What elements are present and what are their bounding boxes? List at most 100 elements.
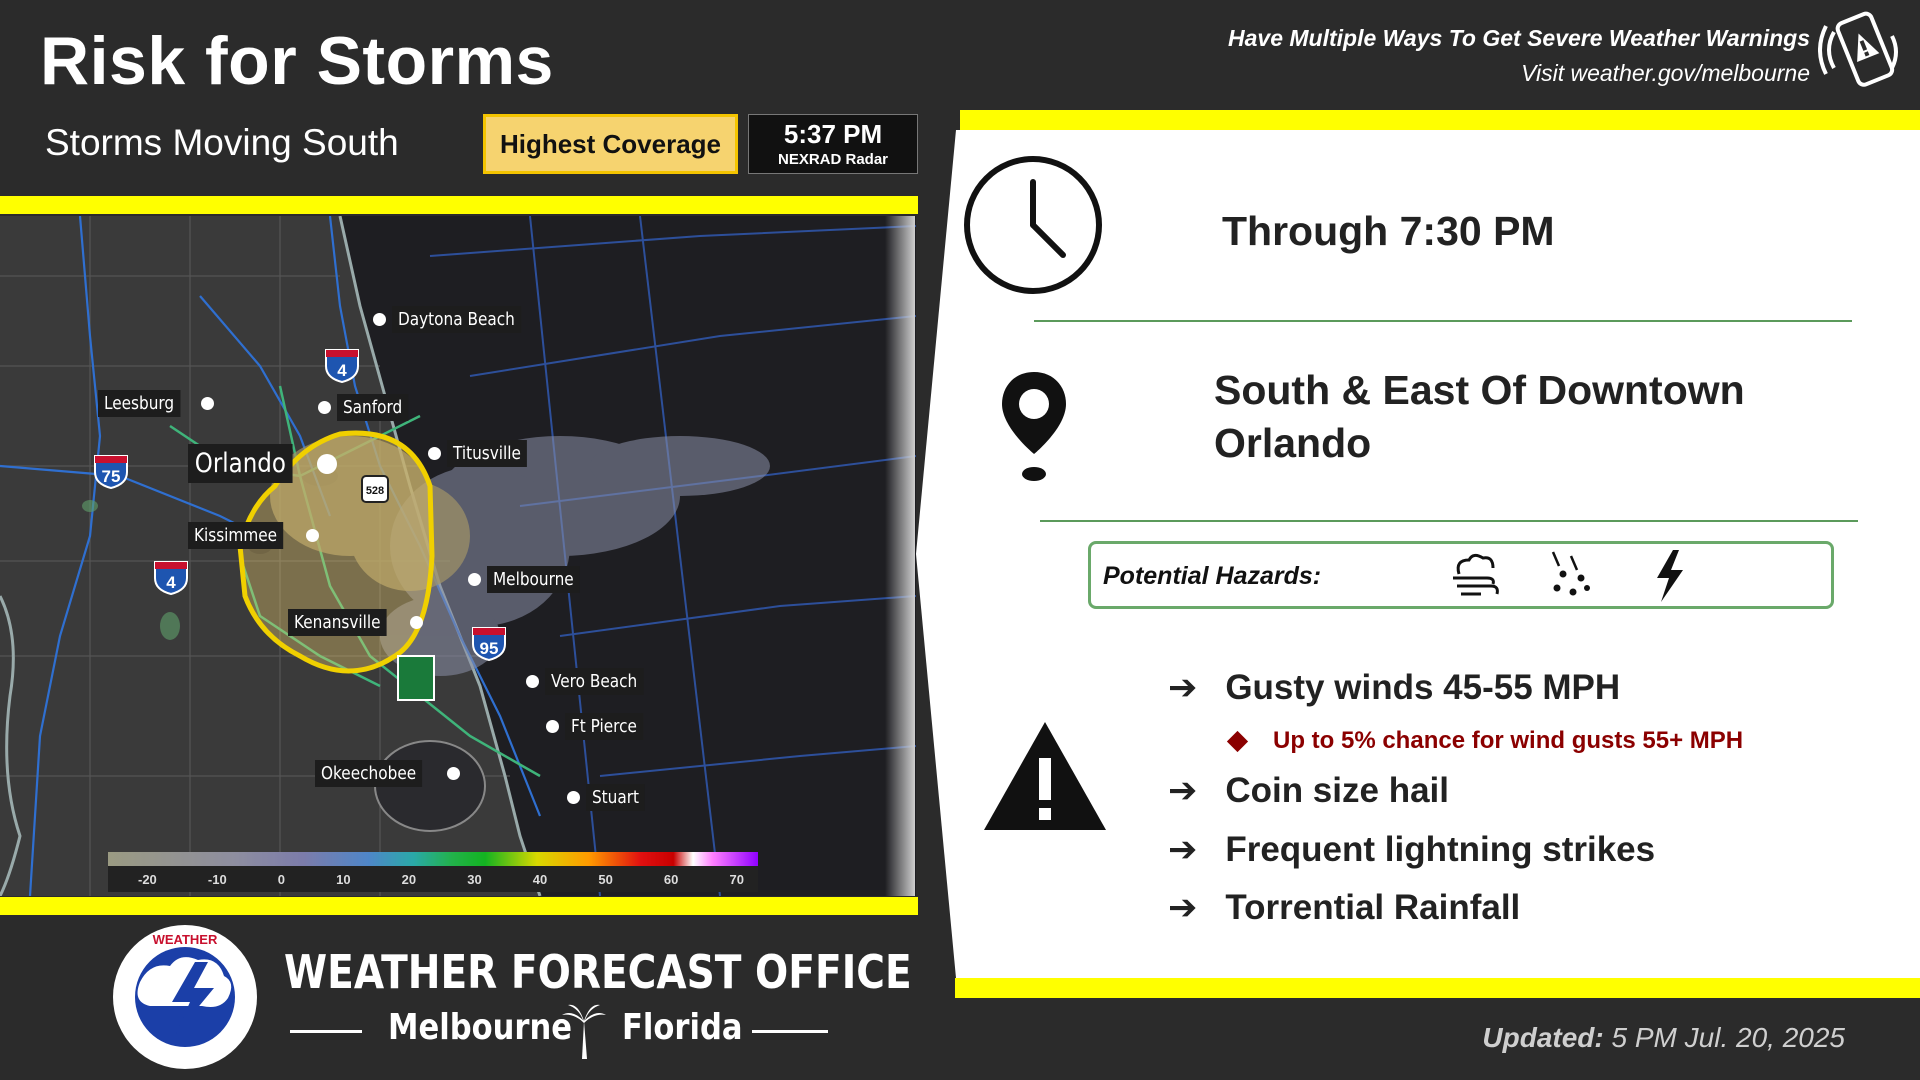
potential-hazards-box: Potential Hazards: [1088, 541, 1834, 609]
bottom-divider-left [0, 897, 918, 915]
divider [1040, 520, 1858, 522]
map-edge-fade [885, 216, 915, 896]
svg-text:WEATHER: WEATHER [153, 932, 218, 947]
scale-tick-label: 20 [401, 872, 417, 887]
arrow-icon: ➔ [1168, 830, 1198, 869]
sr528-shield: 528 [361, 475, 389, 503]
reflectivity-scale: -20 -10 0 10 20 30 40 50 60 70 [108, 852, 758, 892]
i95-label: 95 [480, 639, 499, 658]
interstate-95-shield: 95 [472, 627, 506, 662]
city-label: Titusville [447, 440, 527, 467]
city-titusville: Titusville [428, 440, 541, 467]
city-dot [428, 447, 441, 460]
city-ft-pierce: Ft Pierce [546, 713, 657, 740]
updated-value: 5 PM Jul. 20, 2025 [1611, 1022, 1845, 1053]
radar-source: NEXRAD Radar [777, 151, 889, 168]
affected-location: South & East Of Downtown Orlando [1214, 367, 1745, 466]
scale-tick-label: 70 [729, 872, 744, 887]
interstate-4-north-shield: 4 [325, 349, 359, 384]
coverage-badge: Highest Coverage [483, 114, 738, 174]
city-dot [409, 616, 423, 629]
city-dot [373, 313, 386, 326]
city-dot [317, 453, 338, 474]
office-state: Florida [622, 1007, 743, 1048]
hazard-bullet-lightning: ➔ Frequent lightning strikes [1168, 830, 1655, 870]
phone-alert-icon [1818, 11, 1898, 87]
city-label: Vero Beach [545, 668, 644, 695]
footer-line-right [752, 1030, 828, 1033]
hazard-bullet-hail: ➔ Coin size hail [1168, 771, 1449, 811]
scale-tick-label: 50 [598, 872, 613, 887]
city-label: Sanford [337, 394, 409, 421]
city-label: Daytona Beach [392, 306, 521, 333]
city-okeechobee: Okeechobee [315, 760, 460, 787]
scale-tick-label: 0 [277, 872, 286, 887]
city-stuart: Stuart [567, 784, 655, 811]
warning-triangle-icon [984, 722, 1106, 830]
city-kissimmee: Kissimmee [188, 522, 319, 549]
city-label: Ft Pierce [565, 713, 643, 740]
hazards-label: Potential Hazards: [1103, 562, 1322, 590]
i75-label: 75 [102, 467, 121, 486]
bullet-text: Torrential Rainfall [1225, 888, 1521, 927]
page-title: Risk for Storms [40, 23, 554, 99]
scale-tick-label: 10 [336, 872, 351, 887]
scale-tick-label: 30 [467, 872, 482, 887]
city-dot [200, 397, 214, 410]
city-label: Kissimmee [188, 522, 284, 549]
city-dot [468, 573, 481, 586]
warning-link[interactable]: Visit weather.gov/melbourne [1521, 60, 1810, 87]
interstate-75-shield: 75 [94, 455, 128, 490]
bullet-text: Gusty winds 45-55 MPH [1225, 668, 1621, 707]
scale-ticks: -20 -10 0 10 20 30 40 50 60 70 [108, 866, 758, 892]
hazard-bullet-wind: ➔ Gusty winds 45-55 MPH [1168, 668, 1620, 708]
city-melbourne: Melbourne [468, 566, 596, 593]
hazard-sub-bullet: Up to 5% chance for wind gusts 55+ MPH [1226, 727, 1744, 755]
location-pin-icon [1002, 372, 1066, 481]
scale-tick-label: -20 [138, 872, 157, 887]
city-dot [526, 675, 539, 688]
interstate-4-west-shield: 4 [154, 561, 188, 596]
city-label: Okeechobee [315, 760, 423, 787]
divider [1034, 320, 1852, 322]
radar-time: 5:37 PM [783, 119, 883, 149]
hail-icon [1551, 551, 1590, 596]
bottom-divider-right [955, 978, 1920, 998]
city-sanford: Sanford [318, 394, 421, 421]
city-label: Stuart [586, 784, 645, 811]
bullet-text: Frequent lightning strikes [1225, 830, 1656, 869]
footer-line-left [290, 1030, 362, 1033]
warning-message: Have Multiple Ways To Get Severe Weather… [1228, 25, 1810, 51]
palm-tree-icon [562, 1004, 606, 1059]
city-label: Kenansville [288, 609, 387, 636]
city-label: Leesburg [98, 390, 181, 417]
city-dot [318, 401, 331, 414]
city-dot [567, 791, 580, 804]
city-vero-beach: Vero Beach [526, 668, 661, 695]
city-label: Orlando [188, 444, 293, 483]
hazard-bullet-rainfall: ➔ Torrential Rainfall [1168, 888, 1520, 928]
updated-label: Updated: [1482, 1022, 1604, 1053]
bullet-text: Coin size hail [1225, 771, 1449, 810]
scale-tick-label: 60 [663, 872, 679, 887]
office-name: WEATHER FORECAST OFFICE [284, 945, 912, 999]
arrow-icon: ➔ [1168, 771, 1198, 810]
top-divider-left [0, 196, 918, 214]
nws-logo: WEATHER [113, 925, 257, 1069]
city-dot [546, 720, 559, 733]
i4-north-label: 4 [337, 361, 347, 380]
wind-rain-icon [1453, 553, 1499, 596]
diamond-icon [1226, 730, 1249, 752]
scale-tick-label: -10 [207, 872, 227, 887]
lightning-icon [1657, 550, 1683, 602]
city-leesburg: Leesburg [98, 390, 214, 417]
radar-timestamp: 5:37 PM NEXRAD Radar [748, 114, 918, 174]
updated-timestamp: Updated: 5 PM Jul. 20, 2025 [1482, 1022, 1845, 1054]
city-label: Melbourne [487, 566, 580, 593]
clock-icon [964, 156, 1102, 294]
city-kenansville: Kenansville [288, 609, 423, 636]
sr528-label: 528 [366, 485, 384, 497]
sub-bullet-text: Up to 5% chance for wind gusts 55+ MPH [1273, 727, 1744, 754]
arrow-icon: ➔ [1168, 668, 1198, 707]
scale-tick-label: 40 [532, 872, 548, 887]
